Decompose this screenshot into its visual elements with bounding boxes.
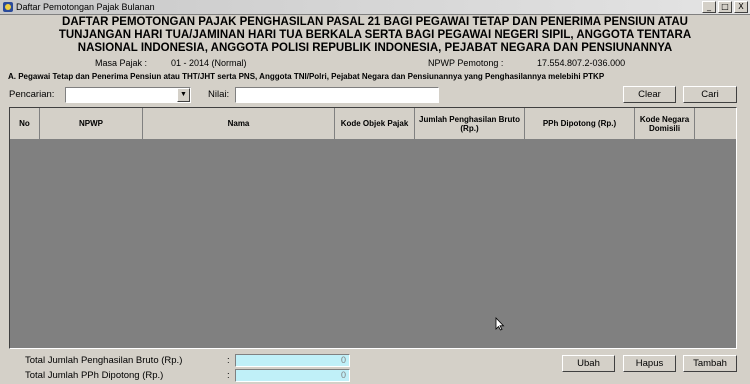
column-header-no[interactable]: No bbox=[10, 108, 40, 140]
window-titlebar: Daftar Pemotongan Pajak Bulanan _ □ X bbox=[0, 0, 750, 15]
page-title: DAFTAR PEMOTONGAN PAJAK PENGHASILAN PASA… bbox=[40, 16, 710, 55]
table-header: No NPWP Nama Kode Objek Pajak Jumlah Pen… bbox=[10, 108, 736, 140]
total-pph-colon: : bbox=[227, 370, 230, 381]
data-table[interactable]: No NPWP Nama Kode Objek Pajak Jumlah Pen… bbox=[9, 107, 737, 349]
column-header-pph-dipotong[interactable]: PPh Dipotong (Rp.) bbox=[525, 108, 635, 140]
nilai-input[interactable] bbox=[235, 87, 439, 103]
minimize-button[interactable]: _ bbox=[702, 1, 716, 13]
total-bruto-field: 0 bbox=[235, 354, 350, 367]
total-pph-label: Total Jumlah PPh Dipotong (Rp.) bbox=[25, 370, 164, 381]
title-line-3: NASIONAL INDONESIA, ANGGOTA POLISI REPUB… bbox=[77, 42, 673, 54]
total-pph-field: 0 bbox=[235, 369, 350, 382]
cari-button[interactable]: Cari bbox=[683, 86, 737, 103]
npwp-pemotong-label: NPWP Pemotong : bbox=[428, 58, 504, 68]
hapus-button[interactable]: Hapus bbox=[623, 355, 676, 372]
app-icon bbox=[3, 2, 13, 12]
window-title: Daftar Pemotongan Pajak Bulanan bbox=[16, 2, 155, 12]
chevron-down-icon[interactable]: ▼ bbox=[177, 88, 190, 102]
column-header-jumlah-penghasilan-bruto[interactable]: Jumlah Penghasilan Bruto (Rp.) bbox=[415, 108, 525, 140]
column-header-nama[interactable]: Nama bbox=[143, 108, 335, 140]
clear-button[interactable]: Clear bbox=[623, 86, 676, 103]
table-body bbox=[10, 140, 736, 348]
column-header-npwp[interactable]: NPWP bbox=[40, 108, 143, 140]
masa-pajak-value: 01 - 2014 (Normal) bbox=[171, 58, 247, 68]
column-header-spacer bbox=[695, 108, 736, 140]
title-line-2: TUNJANGAN HARI TUA/JAMINAN HARI TUA BERK… bbox=[58, 29, 692, 41]
total-bruto-label: Total Jumlah Penghasilan Bruto (Rp.) bbox=[25, 355, 183, 366]
ubah-button[interactable]: Ubah bbox=[562, 355, 615, 372]
pencarian-label: Pencarian: bbox=[9, 89, 55, 100]
column-header-kode-negara-domisili[interactable]: Kode Negara Domisili bbox=[635, 108, 695, 140]
masa-pajak-label: Masa Pajak : bbox=[95, 58, 148, 68]
title-line-1: DAFTAR PEMOTONGAN PAJAK PENGHASILAN PASA… bbox=[62, 16, 688, 28]
pencarian-select[interactable]: ▼ bbox=[65, 87, 191, 103]
tambah-button[interactable]: Tambah bbox=[683, 355, 737, 372]
nilai-label: Nilai: bbox=[208, 89, 230, 100]
npwp-pemotong-value: 17.554.807.2-036.000 bbox=[537, 58, 626, 68]
total-bruto-colon: : bbox=[227, 355, 230, 366]
column-header-kode-objek-pajak[interactable]: Kode Objek Pajak bbox=[335, 108, 415, 140]
window-controls: _ □ X bbox=[702, 1, 748, 13]
search-bar: Pencarian: ▼ Nilai: Clear Cari bbox=[0, 86, 750, 103]
mouse-cursor-icon bbox=[495, 317, 505, 331]
close-button[interactable]: X bbox=[734, 1, 748, 13]
section-label: A. Pegawai Tetap dan Penerima Pensiun at… bbox=[8, 72, 605, 81]
maximize-button[interactable]: □ bbox=[718, 1, 732, 13]
